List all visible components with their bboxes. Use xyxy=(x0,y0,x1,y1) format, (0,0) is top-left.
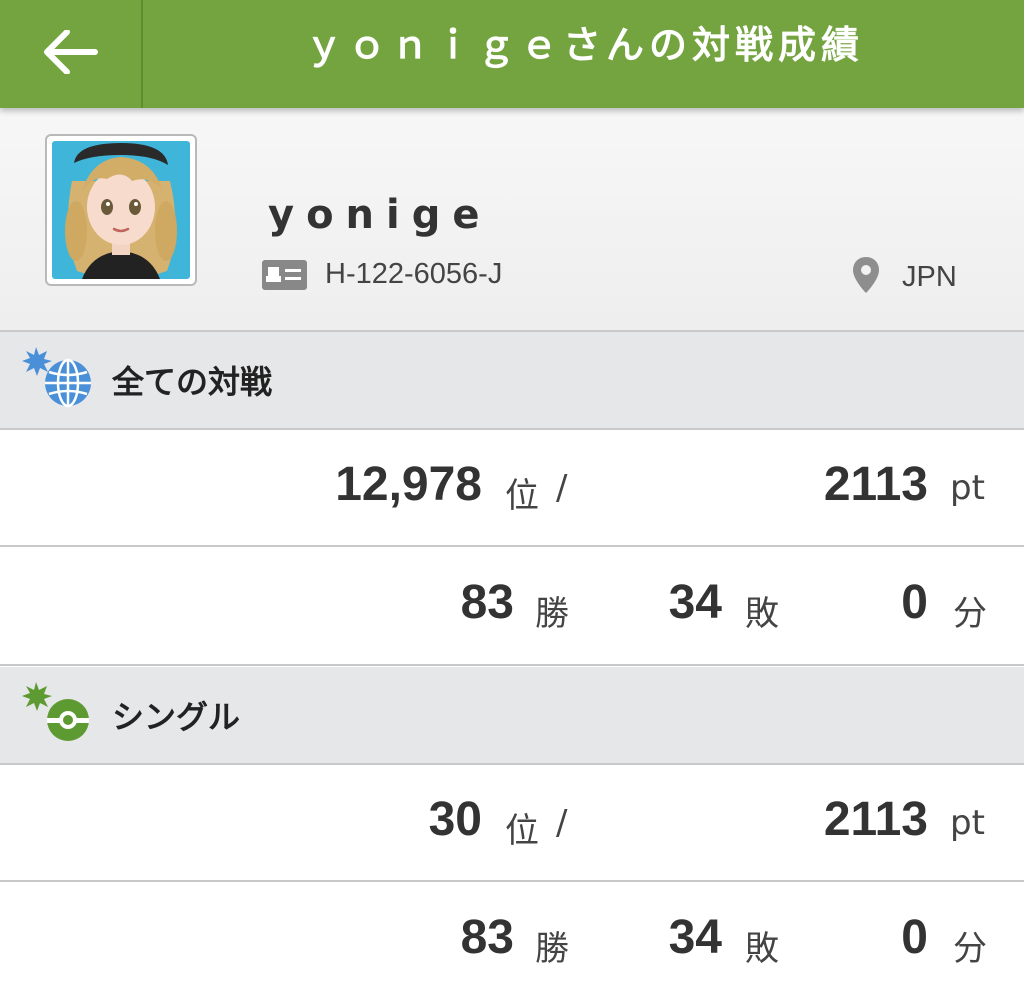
section-title: シングル xyxy=(112,698,241,736)
region: JPN xyxy=(902,260,957,293)
wins-value: 83 xyxy=(460,911,514,964)
losses-unit: 敗 xyxy=(745,594,779,634)
app-header: ｙｏｎｉｇｅさんの対戦成績 xyxy=(0,0,1024,108)
username: yonige xyxy=(268,192,492,238)
rank-points-row: 30 位 / 2113 pt xyxy=(0,765,1024,882)
rank-value: 12,978 xyxy=(335,458,482,511)
section-all-battles: 全ての対戦 xyxy=(0,332,1024,430)
record-row: 83 勝 34 敗 0 分 xyxy=(0,884,1024,998)
page-title: ｙｏｎｉｇｅさんの対戦成績 xyxy=(304,22,864,67)
region-row: JPN xyxy=(852,256,957,298)
trainer-id: H-122-6056-J xyxy=(325,258,503,290)
trainer-id-row: H-122-6056-J xyxy=(262,258,502,291)
rank-unit: 位 xyxy=(505,476,539,516)
losses-value: 34 xyxy=(668,911,722,964)
back-button[interactable] xyxy=(0,0,143,108)
rank-value: 30 xyxy=(428,793,482,846)
id-card-icon xyxy=(262,259,307,290)
profile-card: yonige H-122-6056-J JPN xyxy=(0,108,1024,332)
trainer-portrait xyxy=(52,141,190,279)
losses-unit: 敗 xyxy=(745,929,779,969)
rank-slash: / xyxy=(556,468,568,508)
wins-unit: 勝 xyxy=(535,594,569,634)
globe-burst-icon xyxy=(22,345,96,415)
rank-slash: / xyxy=(556,803,568,843)
wins-value: 83 xyxy=(460,576,514,629)
points-value: 2113 xyxy=(823,458,928,511)
draws-value: 0 xyxy=(901,911,928,964)
section-single: シングル xyxy=(0,667,1024,765)
pokeball-burst-icon xyxy=(22,680,96,750)
points-unit: pt xyxy=(950,468,985,508)
location-pin-icon xyxy=(852,256,880,298)
points-value: 2113 xyxy=(823,793,928,846)
losses-value: 34 xyxy=(668,576,722,629)
draws-unit: 分 xyxy=(953,929,987,969)
rank-unit: 位 xyxy=(505,811,539,851)
points-unit: pt xyxy=(950,803,985,843)
wins-unit: 勝 xyxy=(535,929,569,969)
draws-value: 0 xyxy=(901,576,928,629)
section-title: 全ての対戦 xyxy=(112,363,273,401)
draws-unit: 分 xyxy=(953,594,987,634)
rank-points-row: 12,978 位 / 2113 pt xyxy=(0,430,1024,547)
back-arrow-icon[interactable] xyxy=(43,29,99,78)
record-row: 83 勝 34 敗 0 分 xyxy=(0,549,1024,666)
avatar xyxy=(45,134,197,286)
